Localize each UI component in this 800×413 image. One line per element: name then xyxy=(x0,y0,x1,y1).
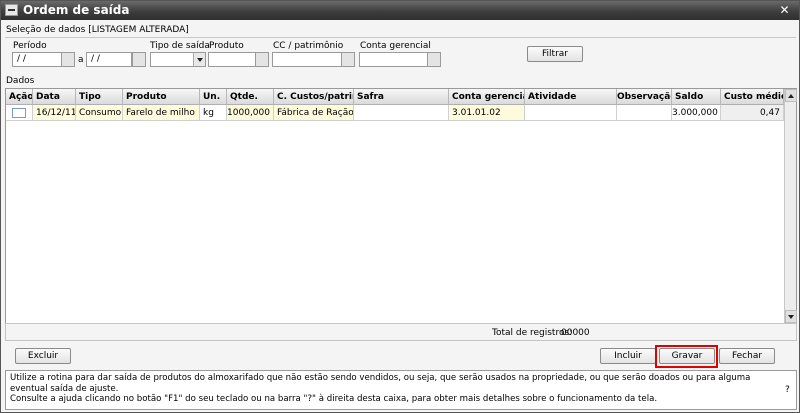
col-safra[interactable]: Safra xyxy=(354,89,449,105)
window-menu-icon[interactable] xyxy=(5,4,18,16)
table-row[interactable]: 16/12/11 Consumo Farelo de milho kg 1000… xyxy=(6,105,784,121)
cell-produto[interactable]: Farelo de milho xyxy=(123,105,200,121)
col-un[interactable]: Un. xyxy=(200,89,227,105)
cc-patrimonio-label: CC / patrimônio xyxy=(273,41,344,51)
col-acao[interactable]: Ação xyxy=(6,89,33,105)
col-atividade[interactable]: Atividade xyxy=(525,89,617,105)
grid-header: Ação Data Tipo Produto Un. Qtde. C. Cust… xyxy=(6,89,784,105)
data-grid: Ação Data Tipo Produto Un. Qtde. C. Cust… xyxy=(5,88,797,324)
conta-gerencial-search-button[interactable] xyxy=(427,52,441,67)
cell-acao[interactable] xyxy=(6,105,33,121)
filtrar-button[interactable]: Filtrar xyxy=(527,46,583,62)
cc-patrimonio-search-button[interactable] xyxy=(341,52,355,67)
ordem-de-saida-window: Ordem de saída ✕ Seleção de dados [LISTA… xyxy=(0,0,800,413)
scroll-down-icon[interactable] xyxy=(785,310,797,323)
col-produto[interactable]: Produto xyxy=(123,89,200,105)
cell-tipo[interactable]: Consumo xyxy=(76,105,123,121)
dados-label: Dados xyxy=(6,76,35,86)
col-qtde[interactable]: Qtde. xyxy=(227,89,274,105)
cell-conta-gerencial[interactable]: 3.01.01.02 xyxy=(449,105,525,121)
cell-saldo[interactable]: 3.000,000 xyxy=(672,105,721,121)
chevron-down-icon[interactable] xyxy=(193,53,205,66)
tipo-saida-label: Tipo de saída xyxy=(150,41,210,51)
cell-observacao[interactable] xyxy=(617,105,672,121)
cc-patrimonio-input[interactable] xyxy=(272,52,342,67)
cell-custo-medio[interactable]: 0,47 xyxy=(721,105,784,121)
conta-gerencial-input[interactable] xyxy=(359,52,428,67)
cell-safra[interactable] xyxy=(354,105,449,121)
gravar-highlight xyxy=(655,345,718,368)
produto-search-button[interactable] xyxy=(255,52,269,67)
fechar-button[interactable]: Fechar xyxy=(719,348,775,364)
col-data[interactable]: Data xyxy=(33,89,76,105)
cell-atividade[interactable] xyxy=(525,105,617,121)
periodo-from-input[interactable]: / / xyxy=(12,52,62,67)
selection-header: Seleção de dados [LISTAGEM ALTERADA] xyxy=(6,25,189,35)
help-box: Utilize a rotina para dar saída de produ… xyxy=(5,370,797,410)
periodo-label: Período xyxy=(13,41,47,51)
produto-label: Produto xyxy=(209,41,244,51)
col-ccustos[interactable]: C. Custos/patrim. xyxy=(274,89,354,105)
total-bar xyxy=(5,323,797,341)
periodo-separator: a xyxy=(78,55,84,65)
help-line-2: Consulte a ajuda clicando no botão "F1" … xyxy=(10,394,658,404)
cell-un[interactable]: kg xyxy=(200,105,227,121)
excluir-button[interactable]: Excluir xyxy=(15,348,71,364)
row-action-checkbox[interactable] xyxy=(12,108,26,118)
scroll-up-icon[interactable] xyxy=(785,89,797,102)
help-line-1: Utilize a rotina para dar saída de produ… xyxy=(10,373,751,394)
cell-data[interactable]: 16/12/11 xyxy=(33,105,76,121)
help-text: Utilize a rotina para dar saída de produ… xyxy=(10,373,780,405)
total-registros-value: 00000 xyxy=(561,328,590,338)
col-custo-medio[interactable]: Custo médio xyxy=(721,89,784,105)
conta-gerencial-label: Conta gerencial xyxy=(360,41,431,51)
col-tipo[interactable]: Tipo xyxy=(76,89,123,105)
close-icon[interactable]: ✕ xyxy=(772,2,797,18)
produto-input[interactable] xyxy=(208,52,256,67)
title-bar: Ordem de saída ✕ xyxy=(1,1,799,20)
vertical-scrollbar[interactable] xyxy=(784,89,797,323)
cell-qtde[interactable]: 1000,000 xyxy=(227,105,274,121)
help-question-icon[interactable]: ? xyxy=(785,385,790,395)
periodo-to-input[interactable]: / / xyxy=(86,52,132,67)
window-title: Ordem de saída xyxy=(23,3,130,17)
col-conta-gerencial[interactable]: Conta gerencial xyxy=(449,89,525,105)
col-observacao[interactable]: Observação xyxy=(617,89,672,105)
cell-ccustos[interactable]: Fábrica de Ração xyxy=(274,105,354,121)
incluir-button[interactable]: Incluir xyxy=(600,348,656,364)
tipo-saida-select[interactable] xyxy=(150,52,206,67)
col-saldo[interactable]: Saldo xyxy=(672,89,721,105)
periodo-to-calendar-button[interactable] xyxy=(132,52,146,67)
periodo-from-calendar-button[interactable] xyxy=(61,52,75,67)
